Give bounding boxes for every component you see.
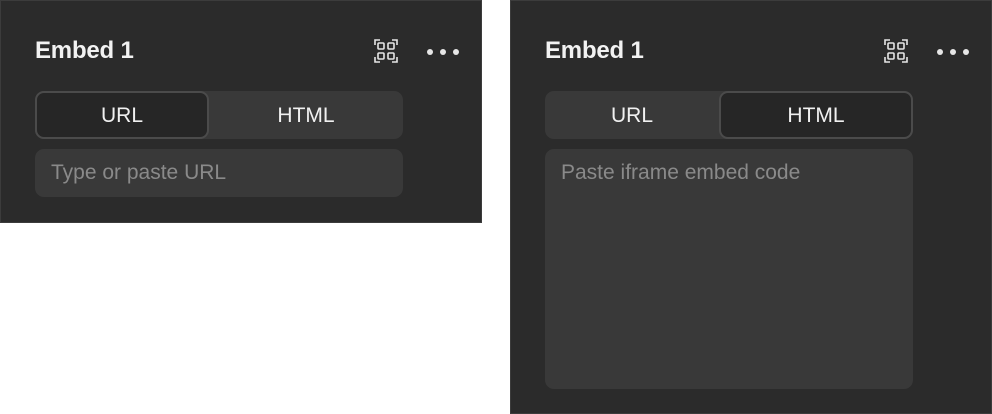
panel-toolbar [883,38,975,66]
focus-frame-icon[interactable] [883,38,909,64]
embed-type-segmented-control: URL HTML [545,91,913,139]
embed-panel-url-mode: Embed 1 URL HTML [0,0,482,223]
url-input[interactable] [35,149,403,197]
embed-code-textarea[interactable] [545,149,913,389]
embed-title: Embed 1 [35,37,134,64]
embed-type-segmented-control: URL HTML [35,91,403,139]
panel-toolbar [373,38,465,66]
tab-html[interactable]: HTML [209,91,403,139]
tab-url[interactable]: URL [35,91,209,139]
more-options-icon[interactable] [425,45,461,57]
embed-title: Embed 1 [545,37,644,64]
more-options-icon[interactable] [935,45,971,57]
embed-panel-html-mode: Embed 1 URL HTML [510,0,992,414]
tab-html[interactable]: HTML [719,91,913,139]
tab-url[interactable]: URL [545,91,719,139]
focus-frame-icon[interactable] [373,38,399,64]
